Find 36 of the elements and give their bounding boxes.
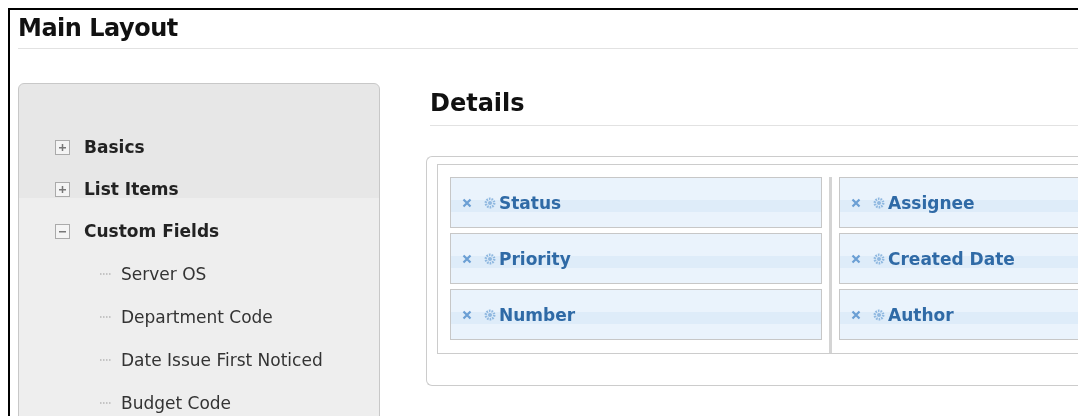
remove-icon[interactable]	[462, 309, 472, 320]
field-cell[interactable]: Number	[450, 289, 822, 340]
gear-icon[interactable]	[484, 252, 496, 265]
field-cell[interactable]: Created Date	[839, 233, 1078, 284]
gear-icon[interactable]	[484, 196, 496, 209]
expand-icon[interactable]	[55, 139, 70, 155]
field-cell[interactable]: Status	[450, 177, 822, 228]
gear-icon[interactable]	[873, 196, 885, 209]
tree-item[interactable]: Date Issue First Noticed	[121, 349, 323, 370]
field-cell[interactable]: Assignee	[839, 177, 1078, 228]
section-title: Details	[430, 89, 1078, 126]
remove-icon[interactable]	[851, 253, 861, 264]
field-label: Author	[888, 304, 954, 325]
tree-item[interactable]: List Items	[84, 179, 179, 199]
remove-icon[interactable]	[851, 197, 861, 208]
field-label: Created Date	[888, 248, 1015, 269]
field-label: Status	[499, 192, 562, 213]
remove-icon[interactable]	[462, 253, 472, 264]
gear-icon[interactable]	[873, 308, 885, 321]
field-cell[interactable]: Priority	[450, 233, 822, 284]
remove-icon[interactable]	[462, 197, 472, 208]
field-label: Assignee	[888, 192, 975, 213]
tree-item[interactable]: Custom Fields	[84, 221, 220, 241]
tree-item[interactable]: Basics	[84, 137, 145, 157]
field-label: Priority	[499, 248, 571, 269]
tree-item[interactable]: Budget Code	[121, 392, 232, 413]
field-cell[interactable]: Author	[839, 289, 1078, 340]
field-label: Number	[499, 304, 576, 325]
tree-item[interactable]: Server OS	[121, 263, 207, 284]
gear-icon[interactable]	[873, 252, 885, 265]
page-title: Main Layout	[18, 10, 1078, 49]
collapse-icon[interactable]	[55, 223, 70, 239]
gear-icon[interactable]	[484, 308, 496, 321]
tree-item[interactable]: Department Code	[121, 306, 273, 327]
expand-icon[interactable]	[55, 181, 70, 197]
remove-icon[interactable]	[851, 309, 861, 320]
